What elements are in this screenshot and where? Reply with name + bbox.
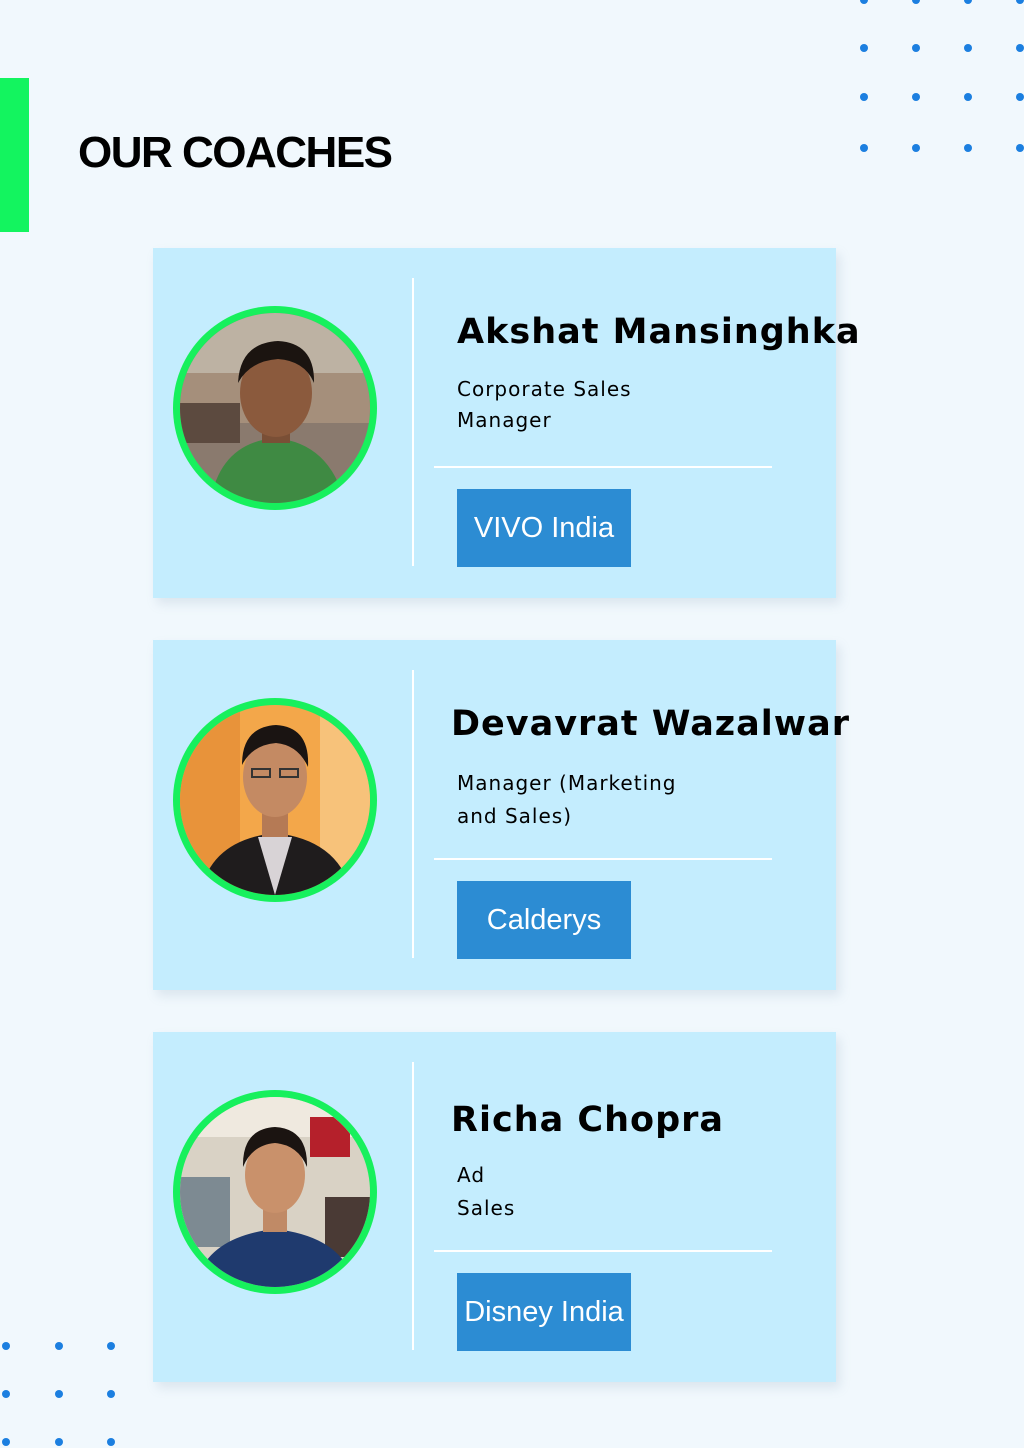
accent-bar [0,78,29,232]
vertical-divider [412,278,414,566]
company-badge: Calderys [457,881,631,959]
page-title: OUR COACHES [78,128,393,177]
coach-card: Akshat Mansinghka Corporate Sales Manage… [153,248,860,598]
dot-grid-bottom [0,1340,120,1448]
horizontal-divider [434,466,772,468]
avatar [180,313,370,503]
horizontal-divider [434,858,772,860]
avatar [180,1097,370,1287]
avatar-ring [173,1090,377,1294]
coach-role: Corporate Sales Manager [457,374,632,436]
role-line: and Sales) [457,804,573,828]
coach-name: Richa Chopra [451,1100,724,1140]
company-badge: Disney India [457,1273,631,1351]
horizontal-divider [434,1250,772,1252]
coach-role: Manager (Marketing and Sales) [457,767,677,833]
company-badge: VIVO India [457,489,631,567]
coach-name: Devavrat Wazalwar [451,704,851,744]
coach-card: Richa Chopra Ad Sales Disney India [153,1032,836,1382]
role-line: Ad [457,1163,486,1187]
avatar [180,705,370,895]
dot-grid-top [858,0,1024,156]
coach-card: Devavrat Wazalwar Manager (Marketing and… [153,640,849,990]
role-line: Manager (Marketing [457,771,677,795]
avatar-ring [173,698,377,902]
coach-name: Akshat Mansinghka [457,312,861,352]
role-line: Corporate Sales [457,377,632,401]
vertical-divider [412,1062,414,1350]
role-line: Sales [457,1196,516,1220]
avatar-ring [173,306,377,510]
vertical-divider [412,670,414,958]
role-line: Manager [457,408,552,432]
coach-role: Ad Sales [457,1159,515,1225]
